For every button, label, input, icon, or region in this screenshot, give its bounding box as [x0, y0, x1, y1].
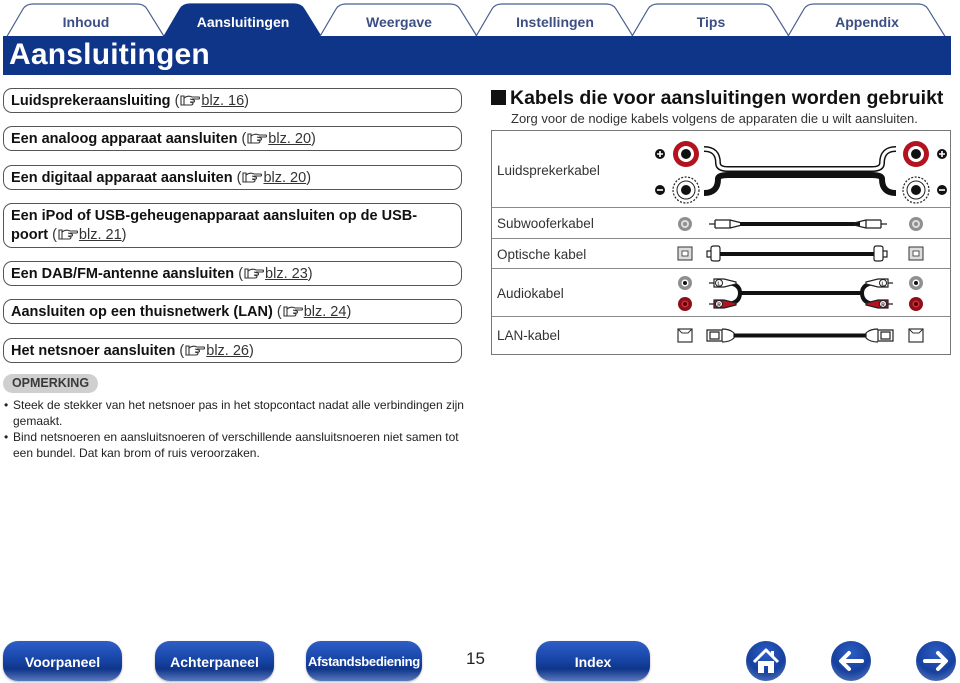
page-ref[interactable]: (blz. 24) [277, 304, 351, 320]
section-title: Kabels die voor aansluitingen worden geb… [491, 87, 943, 110]
page-ref-link[interactable]: blz. 20 [268, 131, 311, 147]
pointing-hand-icon [283, 306, 303, 317]
lan-cable-icon [677, 328, 924, 343]
tab-inhoud[interactable]: Inhoud [5, 3, 167, 38]
tab-label: Weergave [366, 14, 432, 30]
cable-row-subwoofer: Subwooferkabel [492, 208, 950, 239]
tab-label: Aansluitingen [196, 14, 290, 30]
section-title-text: Kabels die voor aansluitingen worden geb… [510, 87, 944, 109]
achterpaneel-button[interactable]: Achterpaneel [155, 641, 274, 681]
tab-label: Instellingen [516, 14, 594, 30]
link-netsnoer[interactable]: Het netsnoer aansluiten (blz. 26) [3, 338, 462, 363]
page-ref-link[interactable]: blz. 24 [304, 304, 347, 320]
note-badge: OPMERKING [3, 374, 98, 393]
link-title: Een analoog apparaat aansluiten [11, 131, 238, 147]
tab-tips[interactable]: Tips [630, 3, 792, 38]
index-button[interactable]: Index [536, 641, 650, 681]
subwoofer-cable-icon [678, 217, 923, 231]
page-ref-link[interactable]: blz. 21 [79, 227, 122, 243]
pointing-hand-icon [58, 229, 78, 240]
link-title: Aansluiten op een thuisnetwerk (LAN) [11, 304, 273, 320]
forward-button[interactable] [916, 641, 956, 681]
page-ref[interactable]: (blz. 21) [52, 227, 126, 243]
page-ref[interactable]: (blz. 20) [237, 170, 311, 186]
link-title: Luidsprekeraansluiting [11, 93, 171, 109]
page-ref-link[interactable]: blz. 16 [201, 93, 244, 109]
note-item: Bind netsnoeren en aansluitsnoeren of ve… [4, 429, 464, 461]
left-channel-label: L [717, 282, 720, 288]
right-channel-label: R [881, 303, 885, 309]
tab-appendix[interactable]: Appendix [786, 3, 948, 38]
link-thuisnetwerk-lan[interactable]: Aansluiten op een thuisnetwerk (LAN) (bl… [3, 299, 462, 324]
cable-row-lan: LAN-kabel [492, 317, 950, 354]
button-label: Achterpaneel [170, 654, 259, 670]
cable-row-speaker: Luidsprekerkabel [492, 131, 950, 208]
link-luidsprekeraansluiting[interactable]: Luidsprekeraansluiting (blz. 16) [3, 88, 462, 113]
pointing-hand-icon [247, 133, 268, 144]
back-button[interactable] [831, 641, 871, 681]
page-ref[interactable]: (blz. 26) [179, 343, 253, 359]
cable-row-audio: Audiokabel L R L R [492, 269, 950, 317]
cable-name: Optische kabel [497, 247, 587, 262]
square-bullet-icon [491, 90, 506, 105]
pointing-hand-icon [180, 95, 201, 106]
page-ref-link[interactable]: blz. 20 [263, 170, 306, 186]
button-label: Index [574, 654, 612, 670]
left-channel-label: L [881, 282, 884, 288]
section-subtitle: Zorg voor de nodige kabels volgens de ap… [511, 111, 918, 126]
afstandsbediening-button[interactable]: Afstandsbediening [306, 641, 422, 681]
title-bar: Aansluitingen [3, 36, 951, 75]
arrow-left-icon [839, 651, 864, 671]
page-ref-link[interactable]: blz. 26 [206, 343, 249, 359]
tab-label: Appendix [835, 14, 899, 30]
link-digitaal-apparaat[interactable]: Een digitaal apparaat aansluiten (blz. 2… [3, 165, 462, 190]
tab-label: Tips [696, 14, 726, 30]
link-dab-fm-antenne[interactable]: Een DAB/FM-antenne aansluiten (blz. 23) [3, 261, 462, 286]
page-ref[interactable]: (blz. 23) [238, 266, 312, 282]
pointing-hand-icon [242, 172, 263, 183]
audio-cable-icon: L R L R [678, 276, 923, 311]
pointing-hand-icon [244, 268, 265, 279]
cable-row-optical: Optische kabel [492, 239, 950, 269]
page-number: 15 [466, 649, 485, 668]
voorpaneel-button[interactable]: Voorpaneel [3, 641, 122, 681]
tab-label: Inhoud [62, 14, 110, 30]
tab-weergave[interactable]: Weergave [318, 3, 480, 38]
page-title: Aansluitingen [9, 38, 210, 71]
button-label: Voorpaneel [24, 654, 101, 670]
link-ipod-usb[interactable]: Een iPod of USB-geheugenapparaat aanslui… [3, 203, 462, 248]
arrow-right-icon [923, 651, 948, 671]
tab-instellingen[interactable]: Instellingen [474, 3, 636, 38]
tab-bar: Inhoud Aansluitingen Weergave Instelling… [0, 0, 960, 38]
cable-name: Audiokabel [497, 286, 564, 301]
link-title: Het netsnoer aansluiten [11, 343, 176, 359]
cable-name: LAN-kabel [497, 328, 561, 343]
cable-name: Luidsprekerkabel [497, 163, 600, 178]
link-analoog-apparaat[interactable]: Een analoog apparaat aansluiten (blz. 20… [3, 126, 462, 151]
note-item: Steek de stekker van het netsnoer pas in… [4, 397, 464, 429]
page-ref-link[interactable]: blz. 23 [265, 266, 308, 282]
cable-table: Luidsprekerkabel Subwooferkabel Optische… [491, 130, 951, 355]
cable-name: Subwooferkabel [497, 216, 594, 231]
right-channel-label: R [717, 303, 721, 309]
speaker-cable-icon [655, 141, 947, 204]
link-title: Een digitaal apparaat aansluiten [11, 170, 233, 186]
home-icon [752, 648, 780, 673]
button-label: Afstandsbediening [308, 654, 420, 669]
home-button[interactable] [746, 641, 786, 681]
note-list: Steek de stekker van het netsnoer pas in… [4, 397, 464, 461]
pointing-hand-icon [185, 345, 206, 356]
page-ref[interactable]: (blz. 20) [241, 131, 315, 147]
link-title: Een DAB/FM-antenne aansluiten [11, 266, 235, 282]
page-ref[interactable]: (blz. 16) [175, 93, 249, 109]
tab-aansluitingen[interactable]: Aansluitingen [162, 3, 324, 38]
optical-cable-icon [677, 245, 924, 262]
